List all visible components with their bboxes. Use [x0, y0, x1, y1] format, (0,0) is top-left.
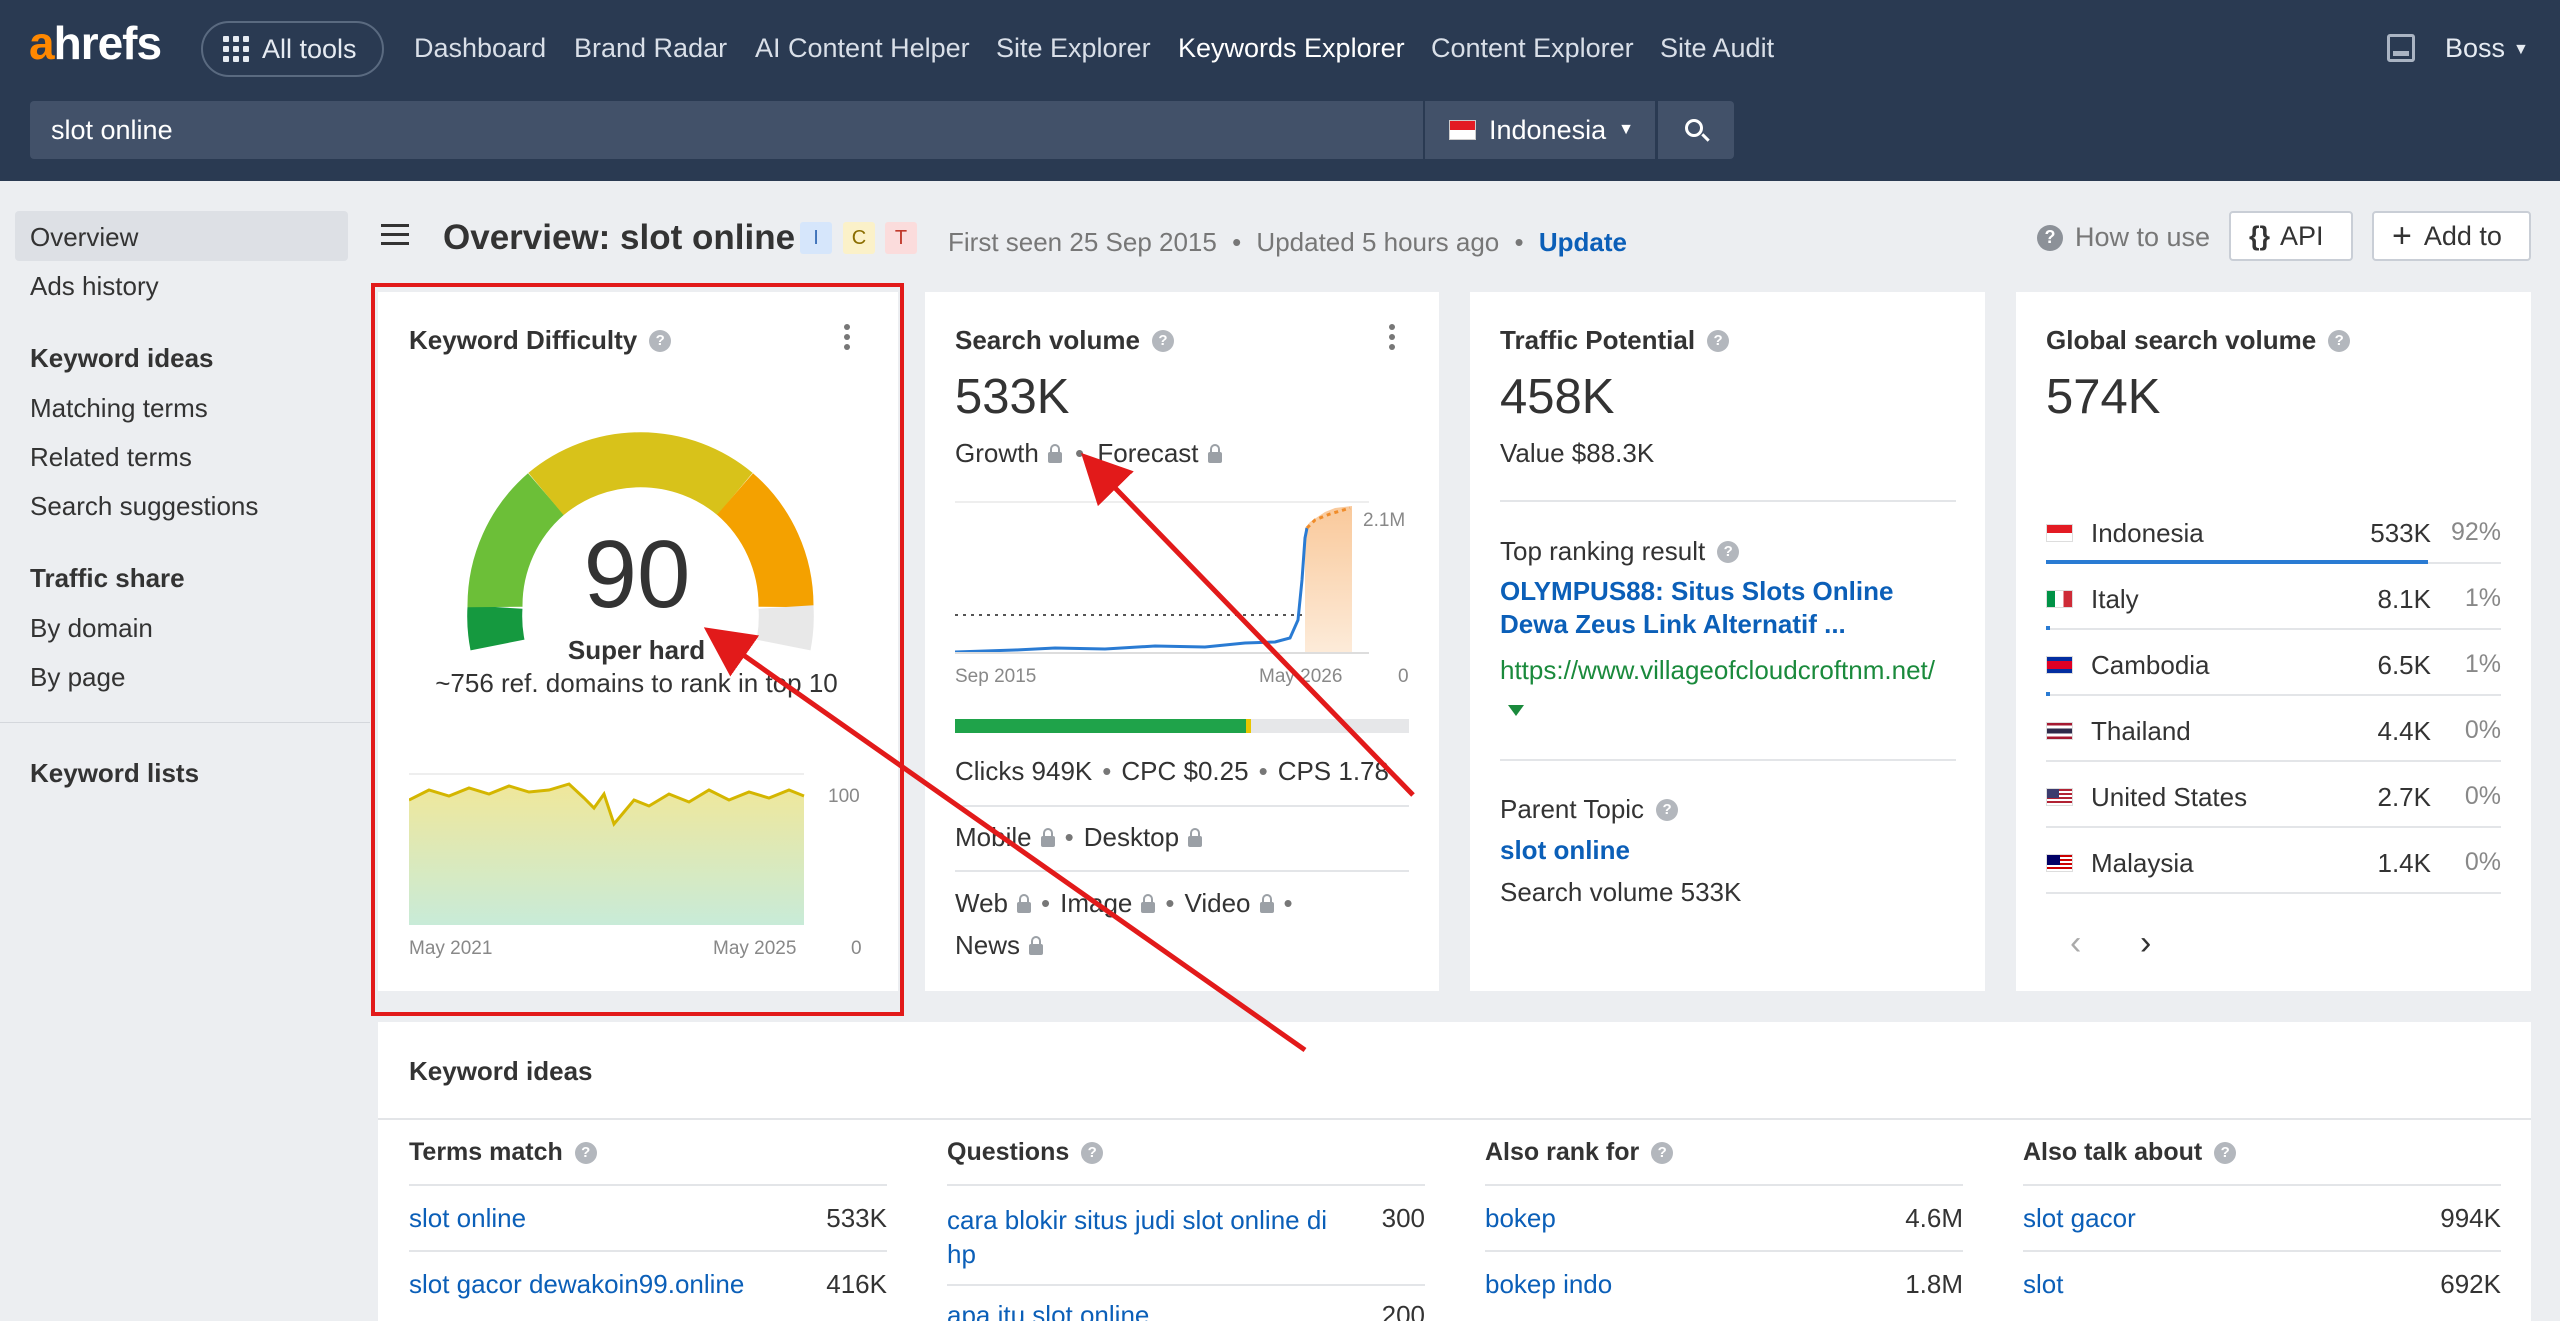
annotation-arrow-kd — [703, 627, 1307, 1053]
annotation-arrows — [703, 452, 1415, 1053]
annotation-arrow-growth — [1081, 452, 1415, 797]
